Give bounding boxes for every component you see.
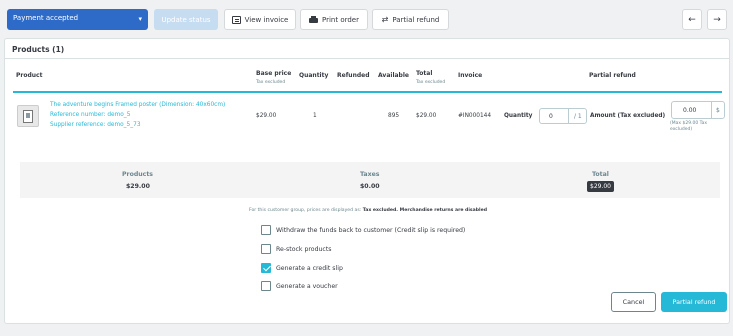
cell-total: $29.00 xyxy=(416,113,437,119)
previous-order-button[interactable]: ← xyxy=(682,9,702,30)
summary-products-value: $29.00 xyxy=(126,183,150,190)
base-price-label: Base price xyxy=(256,70,292,77)
next-order-button[interactable]: → xyxy=(707,9,727,30)
refund-quantity-input[interactable]: 0 / 1 xyxy=(539,108,587,124)
summary-products-label: Products xyxy=(122,171,153,178)
column-header-refunded: Refunded xyxy=(337,72,370,79)
generate-credit-slip-label: Generate a credit slip xyxy=(276,264,343,272)
option-withdraw-funds[interactable]: Withdraw the funds back to customer (Cre… xyxy=(261,225,465,235)
column-header-total: Total Tax excluded xyxy=(416,70,445,86)
column-header-available: Available xyxy=(378,72,409,79)
summary-taxes-label: Taxes xyxy=(360,171,380,178)
tax-info-prefix: For this customer group, prices are disp… xyxy=(248,208,363,213)
swap-arrows-icon: ⇄ xyxy=(381,15,389,24)
refund-amount-max-note: (Max $29.00 Tax excluded) xyxy=(670,121,708,132)
withdraw-funds-checkbox[interactable] xyxy=(261,225,271,235)
column-header-base-price: Base price Tax excluded xyxy=(256,70,291,86)
refund-amount-input[interactable]: 0.00 $ xyxy=(671,101,725,119)
restock-products-label: Re-stock products xyxy=(276,245,332,253)
generate-voucher-checkbox[interactable] xyxy=(261,281,271,291)
invoice-icon xyxy=(231,15,241,24)
partial-refund-toolbar-label: Partial refund xyxy=(392,15,440,24)
generate-voucher-label: Generate a voucher xyxy=(276,282,338,290)
summary-taxes-value: $0.00 xyxy=(360,183,380,190)
products-card-title: Products (1) xyxy=(5,39,729,59)
order-summary: Products $29.00 Taxes $0.00 Total $29.00 xyxy=(20,162,720,198)
column-header-quantity: Quantity xyxy=(299,72,329,79)
option-generate-voucher[interactable]: Generate a voucher xyxy=(261,281,338,291)
column-header-invoice: Invoice xyxy=(458,72,483,79)
refund-quantity-label: Quantity xyxy=(504,113,533,119)
arrow-left-icon: ← xyxy=(688,14,696,25)
update-status-label: Update status xyxy=(161,15,211,24)
base-price-sublabel: Tax excluded xyxy=(256,80,286,85)
total-sublabel: Tax excluded xyxy=(416,80,446,85)
summary-total-label: Total xyxy=(592,171,609,178)
total-label: Total xyxy=(416,70,433,77)
withdraw-funds-label: Withdraw the funds back to customer (Cre… xyxy=(276,226,466,234)
tax-info-suffix: . Merchandise returns are disabled xyxy=(396,208,488,213)
summary-total-badge: $29.00 xyxy=(587,181,614,192)
arrow-right-icon: → xyxy=(713,14,721,25)
refund-quantity-max: / 1 xyxy=(574,113,582,120)
refund-amount-divider xyxy=(711,102,712,118)
column-header-product: Product xyxy=(16,72,43,79)
product-thumbnail xyxy=(17,105,39,127)
cell-available: 895 xyxy=(388,113,400,119)
order-status-value: Payment accepted xyxy=(13,14,79,22)
tax-info-mode: Tax excluded xyxy=(362,208,397,213)
refund-amount-value: 0.00 xyxy=(683,107,697,114)
refund-amount-currency: $ xyxy=(716,107,720,114)
order-status-select[interactable]: Payment accepted ▾ xyxy=(7,9,148,30)
refund-quantity-value: 0 xyxy=(549,113,553,120)
tax-display-info: For this customer group, prices are disp… xyxy=(5,208,731,213)
print-order-button[interactable]: Print order xyxy=(300,9,368,30)
table-header-divider xyxy=(13,91,722,93)
refund-quantity-divider xyxy=(568,109,569,123)
generate-credit-slip-checkbox[interactable] xyxy=(261,263,271,273)
refund-amount-label: Amount (Tax excluded) xyxy=(590,113,666,119)
products-card: Products (1) Product Base price Tax excl… xyxy=(4,38,730,324)
option-restock-products[interactable]: Re-stock products xyxy=(261,244,331,254)
partial-refund-toolbar-button[interactable]: ⇄ Partial refund xyxy=(372,9,449,30)
product-supplier-reference[interactable]: Supplier reference: demo_5_73 xyxy=(50,121,141,130)
print-icon xyxy=(309,16,318,23)
product-reference[interactable]: Reference number: demo_5 xyxy=(50,111,130,120)
option-generate-credit-slip[interactable]: Generate a credit slip xyxy=(261,263,343,273)
chevron-down-icon: ▾ xyxy=(138,15,142,23)
cell-quantity: 1 xyxy=(313,113,317,119)
view-invoice-label: View invoice xyxy=(244,15,289,24)
partial-refund-submit-button[interactable]: Partial refund xyxy=(661,292,727,312)
update-status-button[interactable]: Update status xyxy=(154,9,218,30)
view-invoice-button[interactable]: View invoice xyxy=(224,9,296,30)
cell-base-price: $29.00 xyxy=(256,113,277,119)
restock-products-checkbox[interactable] xyxy=(261,244,271,254)
framed-poster-icon xyxy=(23,110,33,123)
order-toolbar: Payment accepted ▾ Update status View in… xyxy=(0,0,733,38)
print-order-label: Print order xyxy=(322,15,359,24)
product-name-link[interactable]: The adventure begins Framed poster (Dime… xyxy=(50,101,225,110)
cell-invoice: #IN000144 xyxy=(458,113,492,119)
cancel-button[interactable]: Cancel xyxy=(611,292,656,312)
column-header-partial-refund: Partial refund xyxy=(589,72,636,79)
